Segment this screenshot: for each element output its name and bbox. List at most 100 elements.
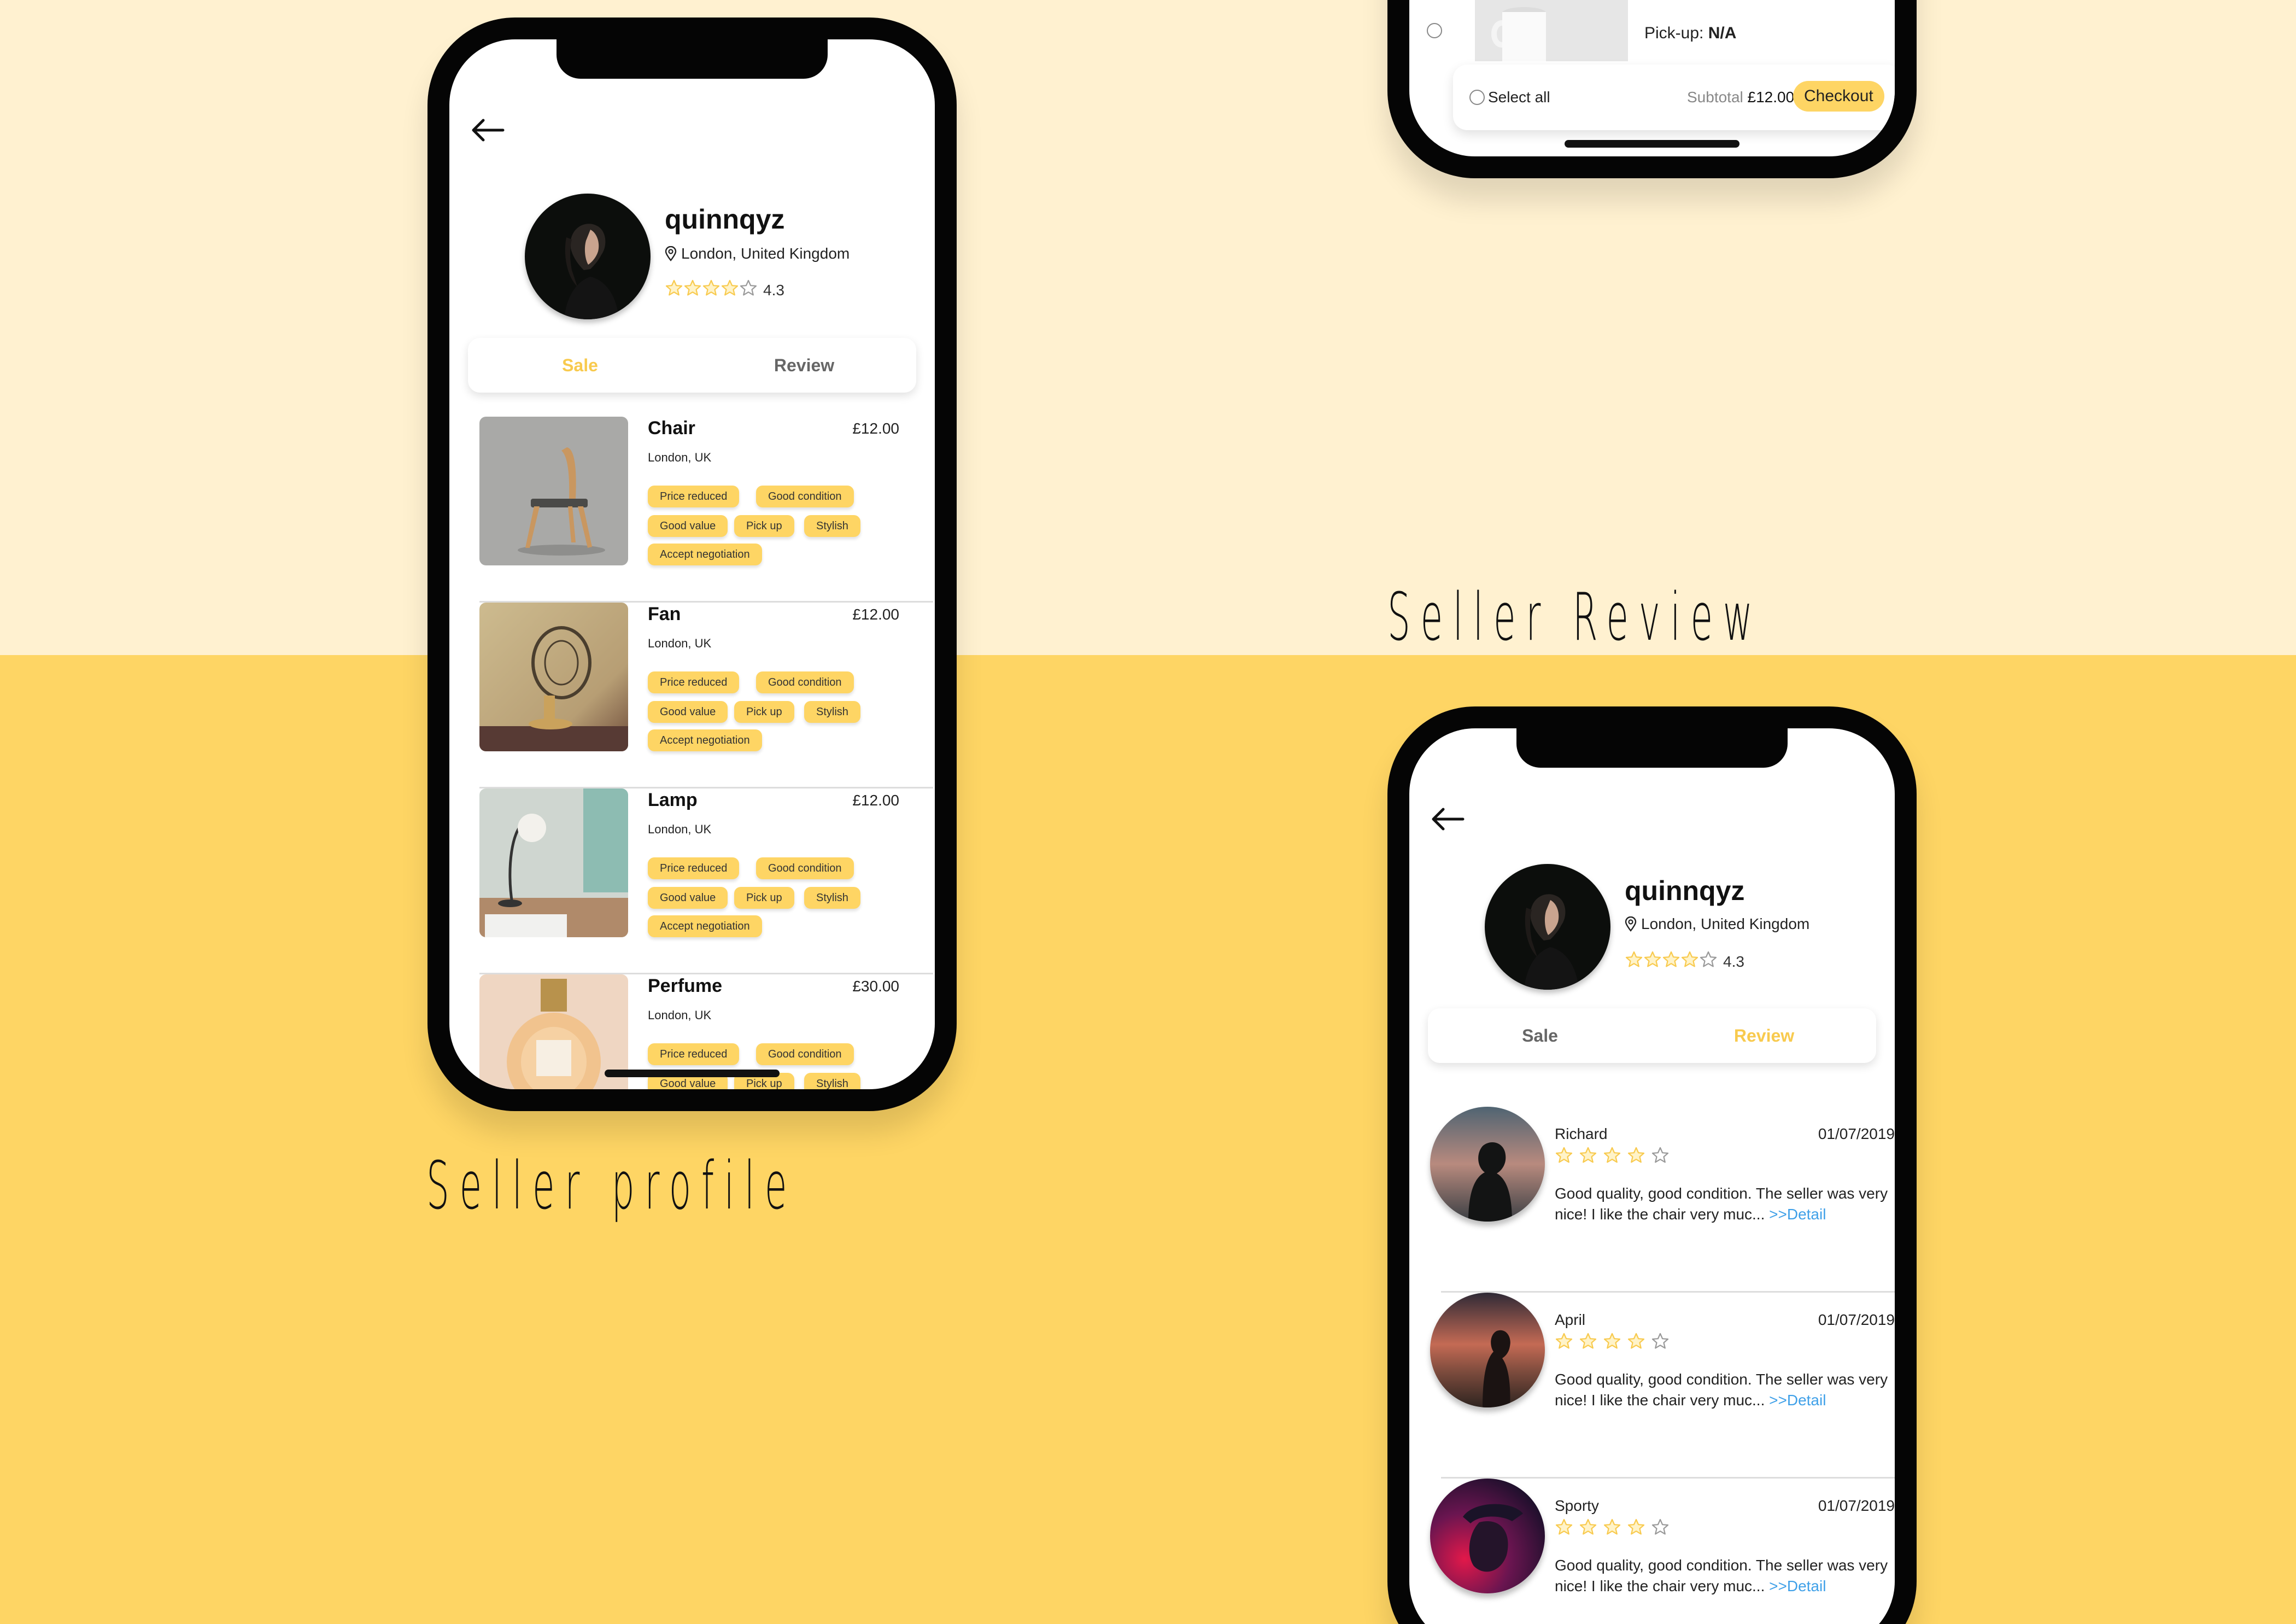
profile-tabs: Sale Review <box>468 338 916 393</box>
star-filled-icon <box>721 279 739 296</box>
star-filled-icon <box>1625 951 1643 967</box>
item-location: London, UK <box>648 451 712 464</box>
tag-pick-up[interactable]: Pick up <box>734 701 794 723</box>
review-item: April 01/07/2019 Good quality, good cond… <box>1430 1293 1895 1479</box>
tag-stylish[interactable]: Stylish <box>804 1073 860 1089</box>
review-stars <box>1555 1518 1670 1537</box>
tab-sale[interactable]: Sale <box>1428 1008 1652 1063</box>
select-all-checkbox[interactable] <box>1469 90 1485 105</box>
star-filled-icon <box>1627 1147 1645 1163</box>
pickup-label: Pick-up: <box>1644 24 1708 42</box>
item-title: Lamp <box>648 790 698 810</box>
list-item[interactable]: Lamp £12.00 London, UK Price reduced Goo… <box>479 788 933 974</box>
cart-bottom-bar: Select all Subtotal £12.00 Checkout <box>1453 65 1895 130</box>
star-empty-icon <box>1651 1147 1669 1163</box>
tag-good-value[interactable]: Good value <box>648 515 728 537</box>
avatar <box>1485 864 1610 990</box>
tag-good-condition[interactable]: Good condition <box>756 857 854 879</box>
reviewer-avatar <box>1430 1107 1545 1222</box>
review-date: 01/07/2019 <box>1818 1311 1895 1328</box>
review-detail-link[interactable]: >>Detail <box>1769 1578 1826 1594</box>
pickup-value: N/A <box>1708 24 1737 42</box>
tag-good-value[interactable]: Good value <box>648 701 728 723</box>
fan-photo <box>479 603 628 751</box>
tag-price-reduced[interactable]: Price reduced <box>648 857 740 879</box>
back-arrow-icon[interactable] <box>1430 806 1465 832</box>
screen-cart: quinnqyz Pick-up: N/A Select all Subtota… <box>1409 0 1895 156</box>
profile-location: London, United Kingdom <box>665 245 850 262</box>
reviewer-name: April <box>1555 1311 1586 1328</box>
profile-rating: 4.3 <box>665 279 784 301</box>
item-price: £12.00 <box>852 606 899 623</box>
star-filled-icon <box>1603 1518 1621 1535</box>
star-filled-icon <box>1579 1518 1597 1535</box>
phone-seller-profile: quinnqyz London, United Kingdom 4.3 Sale… <box>427 17 957 1111</box>
star-filled-icon <box>1555 1518 1573 1535</box>
profile-location-text: London, United Kingdom <box>681 245 850 262</box>
star-filled-icon <box>1603 1333 1621 1349</box>
item-price: £12.00 <box>852 420 899 437</box>
phone-seller-review: quinnqyz London, United Kingdom 4.3 Sale… <box>1387 706 1917 1624</box>
select-all-label[interactable]: Select all <box>1488 89 1550 106</box>
review-body: Good quality, good condition. The seller… <box>1555 1557 1888 1594</box>
review-detail-link[interactable]: >>Detail <box>1769 1206 1826 1223</box>
review-stars <box>1555 1146 1670 1165</box>
screen-seller-profile: quinnqyz London, United Kingdom 4.3 Sale… <box>449 39 935 1089</box>
tag-pick-up[interactable]: Pick up <box>734 887 794 909</box>
location-pin-icon <box>1625 916 1637 932</box>
tag-accept-negotiation[interactable]: Accept negotiation <box>648 915 762 937</box>
star-empty-icon <box>1700 951 1717 967</box>
tag-stylish[interactable]: Stylish <box>804 701 860 723</box>
phone-notch <box>1516 728 1788 768</box>
review-body: Good quality, good condition. The seller… <box>1555 1185 1888 1223</box>
rating-value: 4.3 <box>763 281 784 299</box>
cart-item-checkbox[interactable] <box>1427 23 1442 38</box>
tag-accept-negotiation[interactable]: Accept negotiation <box>648 544 762 565</box>
background-bottom <box>0 655 2296 1624</box>
mug-photo <box>1475 0 1628 61</box>
reviewer-name: Sporty <box>1555 1497 1599 1514</box>
review-item: Sporty 01/07/2019 Good quality, good con… <box>1430 1479 1895 1624</box>
tag-accept-negotiation[interactable]: Accept negotiation <box>648 729 762 751</box>
reviewer-avatar <box>1430 1293 1545 1407</box>
phone-notch <box>557 39 828 79</box>
tab-sale[interactable]: Sale <box>468 338 692 393</box>
tag-price-reduced[interactable]: Price reduced <box>648 671 740 693</box>
star-filled-icon <box>1627 1518 1645 1535</box>
star-filled-icon <box>1555 1147 1573 1163</box>
back-arrow-icon[interactable] <box>470 117 505 143</box>
tag-price-reduced[interactable]: Price reduced <box>648 1043 740 1065</box>
cart-pickup: Pick-up: N/A <box>1644 24 1736 43</box>
star-filled-icon <box>665 279 683 296</box>
screen-seller-review: quinnqyz London, United Kingdom 4.3 Sale… <box>1409 728 1895 1624</box>
chair-photo <box>479 417 628 565</box>
review-stars <box>1555 1332 1670 1351</box>
review-detail-link[interactable]: >>Detail <box>1769 1392 1826 1409</box>
star-rating <box>1625 950 1718 973</box>
tag-good-value[interactable]: Good value <box>648 887 728 909</box>
profile-location-text: London, United Kingdom <box>1641 915 1810 932</box>
seller-profile-caption: Seller profile <box>426 1148 798 1224</box>
checkout-button[interactable]: Checkout <box>1793 81 1884 112</box>
list-item[interactable]: Chair £12.00 London, UK Price reduced Go… <box>479 417 933 603</box>
tab-review[interactable]: Review <box>1652 1008 1876 1063</box>
star-filled-icon <box>1603 1147 1621 1163</box>
tag-good-condition[interactable]: Good condition <box>756 486 854 507</box>
item-title: Fan <box>648 604 681 624</box>
location-pin-icon <box>665 246 677 261</box>
star-filled-icon <box>702 279 720 296</box>
star-empty-icon <box>740 279 757 296</box>
star-filled-icon <box>1662 951 1680 967</box>
item-location: London, UK <box>648 1008 712 1022</box>
tag-pick-up[interactable]: Pick up <box>734 515 794 537</box>
item-location: London, UK <box>648 822 712 836</box>
tag-price-reduced[interactable]: Price reduced <box>648 486 740 507</box>
list-item[interactable]: Fan £12.00 London, UK Price reduced Good… <box>479 603 933 788</box>
tag-stylish[interactable]: Stylish <box>804 887 860 909</box>
review-item: Richard 01/07/2019 Good quality, good co… <box>1430 1107 1895 1293</box>
tag-good-condition[interactable]: Good condition <box>756 671 854 693</box>
tag-stylish[interactable]: Stylish <box>804 515 860 537</box>
background-top <box>0 0 2296 655</box>
tab-review[interactable]: Review <box>692 338 916 393</box>
tag-good-condition[interactable]: Good condition <box>756 1043 854 1065</box>
